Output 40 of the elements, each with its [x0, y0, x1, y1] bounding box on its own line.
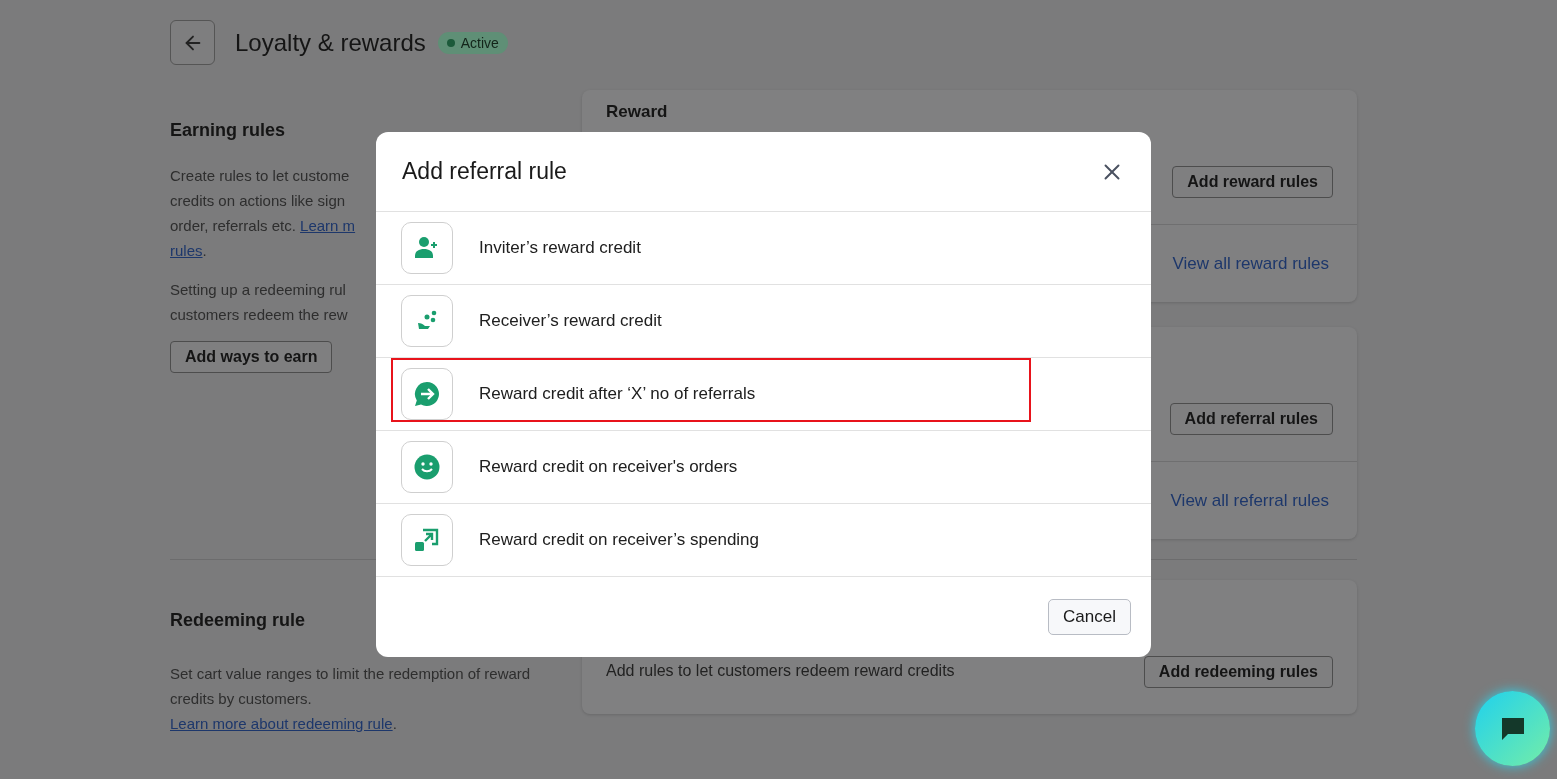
add-ways-button[interactable]: Add ways to earn	[170, 341, 333, 373]
cancel-button[interactable]: Cancel	[1048, 599, 1131, 635]
back-button[interactable]	[170, 20, 215, 65]
view-all-link[interactable]: View all referral rules	[1170, 490, 1329, 511]
rule-option[interactable]: Receiver’s reward credit	[376, 285, 1151, 358]
add-rules-button[interactable]: Add reward rules	[1172, 166, 1333, 198]
card-description: Add rules to let customers redeem reward credits	[606, 662, 955, 681]
description-line: customers redeem the rew	[170, 305, 348, 325]
chat-arrow-icon	[414, 381, 440, 407]
option-label: Reward credit on receiver’s spending	[479, 530, 760, 550]
modal-title: Add referral rule	[402, 158, 567, 185]
section-description: Set cart value ranges to limit the redemption of reward credits by customers. Learn more about redeeming rule.	[170, 664, 532, 734]
description-line: rules.	[170, 241, 207, 261]
chat-button[interactable]	[1475, 691, 1550, 766]
description-line: Setting up a redeeming rul	[170, 280, 346, 300]
rule-option[interactable]: Reward credit on receiver’s spending	[376, 504, 1151, 577]
rule-option[interactable]: Reward credit after ‘X’ no of referrals	[376, 358, 1151, 431]
description-line: Create rules to let custome	[170, 166, 350, 186]
option-label: Reward credit on receiver's orders	[479, 457, 738, 477]
status-badge: Active	[437, 31, 508, 54]
learn-more-link[interactable]: Learn more about redeeming rule	[170, 715, 393, 732]
learn-more-link[interactable]: Learn m	[300, 217, 356, 234]
rule-option[interactable]: Reward credit on receiver's orders	[376, 431, 1151, 504]
add-rules-button[interactable]: Add referral rules	[1169, 403, 1333, 435]
person-add-icon	[414, 236, 440, 260]
description-line: credits on actions like sign	[170, 191, 346, 211]
section-heading: Redeeming rule	[170, 610, 307, 631]
option-label: Reward credit after ‘X’ no of referrals	[479, 384, 756, 404]
view-all-link[interactable]: View all reward rules	[1172, 253, 1329, 274]
smile-icon	[414, 454, 440, 480]
card-heading: Reward	[606, 102, 669, 122]
option-label: Inviter’s reward credit	[479, 238, 641, 258]
learn-more-link[interactable]: rules	[170, 242, 203, 259]
rule-option[interactable]: Inviter’s reward credit	[376, 212, 1151, 285]
square-arrow-icon	[415, 528, 439, 552]
section-heading: Earning rules	[170, 120, 287, 141]
option-label: Receiver’s reward credit	[479, 311, 662, 331]
add-redeeming-button[interactable]: Add redeeming rules	[1143, 656, 1333, 688]
page-title: Loyalty & rewards	[235, 28, 426, 57]
description-line: order, referrals etc. Learn m	[170, 216, 356, 236]
